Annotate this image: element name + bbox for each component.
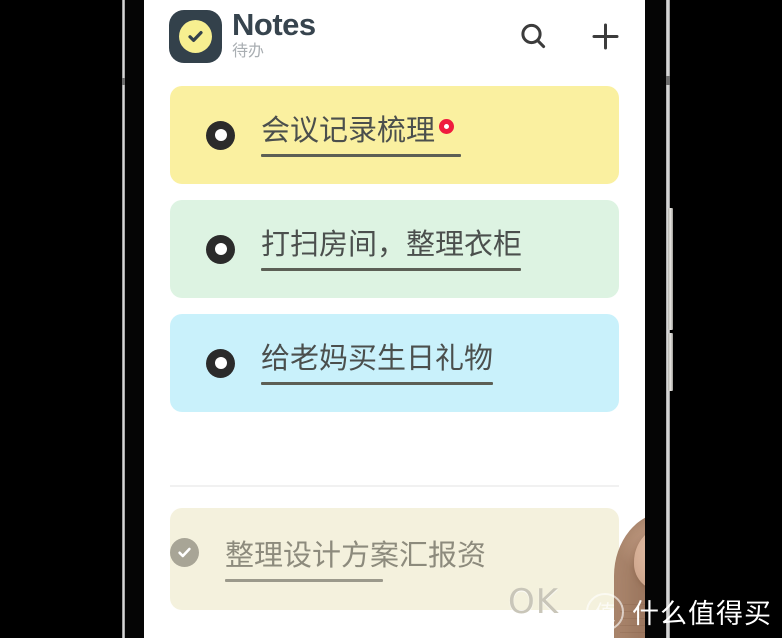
task-checkbox[interactable] [206, 120, 235, 150]
page-subtitle: 待办 [232, 43, 265, 60]
task-label-text: 会议记录梳理 [261, 113, 436, 147]
search-icon [520, 23, 545, 48]
red-dot-badge-icon [439, 119, 455, 134]
watermark-logo-icon: 值 [586, 592, 624, 631]
radio-hole [214, 357, 227, 369]
task-underline [261, 268, 521, 271]
volume-down-button[interactable] [668, 333, 673, 391]
app-header: Notes 待办 [144, 0, 645, 86]
phone-bezel-left [125, 0, 144, 638]
frame-notch-left [122, 78, 125, 85]
frame-notch-right [666, 76, 670, 85]
radio-hole [214, 129, 227, 141]
search-button[interactable] [515, 18, 551, 54]
watermark-text: 什么值得买 [632, 599, 772, 630]
task-label: 给老妈买生日礼物 [261, 341, 494, 375]
task-checkbox-completed[interactable] [170, 538, 199, 567]
header-actions [515, 18, 623, 54]
app-icon-badge [179, 20, 212, 53]
fingernail [634, 526, 645, 592]
check-icon [188, 31, 203, 42]
plus-icon [592, 23, 618, 49]
task-text-block: 打扫房间，整理衣柜 [261, 227, 522, 271]
section-divider [170, 485, 619, 487]
screenshot-stage: Notes 待办 会议记录梳理 打扫房间，整理衣柜 给老妈买生日礼物 整理设计方… [0, 0, 782, 638]
radio-hole [214, 243, 227, 255]
task-text-block: 整理设计方案汇报资 [225, 538, 486, 582]
task-label: 整理设计方案汇报资 [225, 538, 487, 572]
task-checkbox[interactable] [206, 348, 235, 378]
task-checkbox[interactable] [206, 234, 235, 264]
check-icon [178, 547, 191, 558]
background-right [670, 0, 782, 638]
task-label: 打扫房间，整理衣柜 [261, 227, 523, 261]
phone-screen: Notes 待办 会议记录梳理 打扫房间，整理衣柜 给老妈买生日礼物 整理设计方… [144, 0, 645, 638]
app-title-block: Notes 待办 [232, 7, 316, 62]
phone-bezel-right [645, 0, 666, 638]
task-underline [261, 154, 461, 157]
task-text-block: 给老妈买生日礼物 [261, 341, 493, 385]
task-item-clean-room[interactable]: 打扫房间，整理衣柜 [170, 200, 619, 298]
check-circle-filled-icon [170, 538, 199, 567]
ok-overlay-label: OK [508, 582, 560, 622]
watermark: 值 什么值得买 [586, 592, 772, 631]
task-item-meeting-notes[interactable]: 会议记录梳理 [170, 86, 619, 184]
task-label: 会议记录梳理 [261, 113, 461, 147]
add-task-button[interactable] [587, 18, 623, 54]
radio-ring-icon [206, 120, 235, 150]
page-title: Notes [232, 7, 316, 42]
task-underline [261, 382, 493, 385]
task-item-mom-birthday-gift[interactable]: 给老妈买生日礼物 [170, 314, 619, 412]
task-list: 会议记录梳理 打扫房间，整理衣柜 给老妈买生日礼物 [144, 86, 645, 428]
task-underline [225, 579, 383, 582]
radio-ring-icon [206, 348, 235, 378]
check-circle-app-icon [169, 10, 222, 63]
radio-ring-icon [206, 234, 235, 264]
task-text-block: 会议记录梳理 [261, 113, 461, 157]
volume-up-button[interactable] [668, 208, 673, 330]
